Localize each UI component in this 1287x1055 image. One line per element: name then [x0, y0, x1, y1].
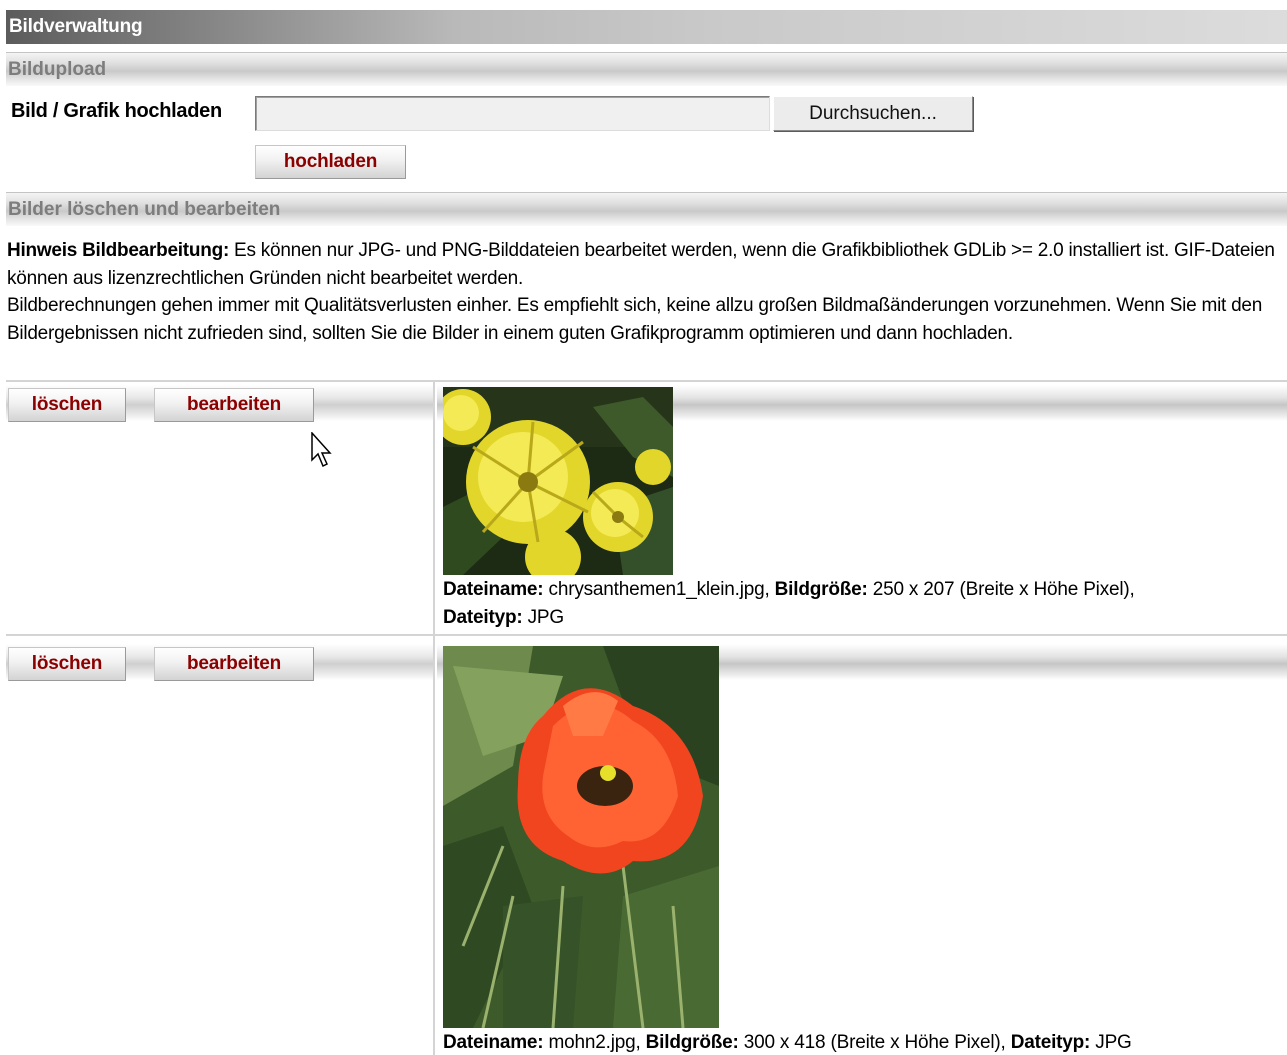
image-meta: Dateiname: chrysanthemen1_klein.jpg, Bil… [443, 579, 1135, 628]
upload-section-header: Bildupload [6, 52, 1287, 86]
delete-button[interactable]: löschen [8, 388, 126, 422]
filename-label: Dateiname: [443, 579, 544, 600]
hint-paragraph-1: Hinweis Bildbearbeitung: Es können nur J… [7, 237, 1285, 292]
image-thumbnail[interactable] [443, 387, 673, 575]
type-value: JPG [527, 606, 565, 628]
hint-paragraph-2: Bildberechnungen gehen immer mit Qualitä… [7, 295, 1263, 344]
hint-title: Hinweis Bildbearbeitung: [7, 240, 230, 261]
file-path-input[interactable] [255, 96, 770, 131]
filename-value: chrysanthemen1_klein.jpg [548, 579, 765, 600]
size-value: 250 x 207 (Breite x Höhe Pixel) [872, 579, 1130, 600]
edit-hint: Hinweis Bildbearbeitung: Es können nur J… [7, 237, 1285, 347]
image-manager-page: Bildverwaltung Bildupload Bild / Grafik … [0, 0, 1287, 1055]
size-label: Bildgröße: [645, 1032, 739, 1053]
size-label: Bildgröße: [774, 579, 868, 600]
image-meta: Dateiname: mohn2.jpg, Bildgröße: 300 x 4… [443, 1032, 1132, 1053]
type-label: Dateityp: [1010, 1032, 1091, 1053]
page-title: Bildverwaltung [6, 10, 1287, 44]
filename-label: Dateiname: [443, 1032, 544, 1053]
edit-button[interactable]: bearbeiten [154, 647, 314, 681]
delete-button[interactable]: löschen [8, 647, 126, 681]
filename-value: mohn2.jpg [548, 1032, 636, 1053]
table-column-divider [433, 380, 435, 1055]
mouse-cursor-icon [311, 432, 332, 468]
image-thumbnail[interactable] [443, 646, 719, 1028]
browse-button[interactable]: Durchsuchen... [773, 96, 973, 131]
table-top-border [6, 380, 1287, 382]
upload-button[interactable]: hochladen [255, 145, 406, 179]
edit-button[interactable]: bearbeiten [154, 388, 314, 422]
type-value: JPG [1095, 1032, 1132, 1053]
yellow-chrysanthemum-photo [443, 387, 673, 575]
table-row-divider [6, 634, 1287, 636]
size-value: 300 x 418 (Breite x Höhe Pixel) [743, 1032, 1001, 1053]
type-label: Dateityp: [443, 606, 523, 628]
manage-section-header: Bilder löschen und bearbeiten [6, 192, 1287, 226]
upload-label: Bild / Grafik hochladen [11, 100, 222, 122]
red-poppy-photo [443, 646, 719, 1028]
